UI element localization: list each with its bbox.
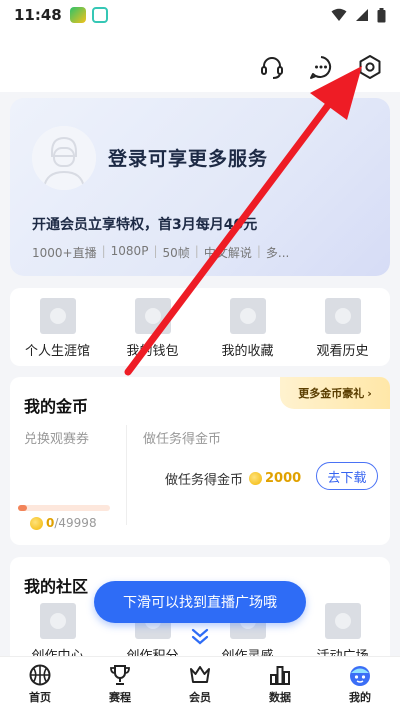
wifi-icon [331,8,347,21]
tab-label: 我的 [349,691,371,704]
tab-label: 会员 [189,691,211,704]
download-button[interactable]: 去下载 [316,462,378,490]
status-bar: 11:48 [0,0,400,30]
bottom-tab-bar: 首页 赛程 会员 数据 我的 [0,656,400,711]
quick-entry-wallet[interactable]: 我的钱包 [105,288,200,366]
quick-entry-label: 我的钱包 [126,344,179,359]
app-icon-1 [69,7,86,23]
double-chevron-down-icon[interactable] [189,628,211,646]
tab-me[interactable]: 我的 [320,657,400,711]
vip-feature: 1000+直播 [32,246,97,260]
coin-tab-redeem[interactable]: 兑换观赛券 [24,428,89,447]
quick-entry-favorites[interactable]: 我的收藏 [200,288,295,366]
placeholder-image-icon [39,298,76,334]
vip-feature: 1080P [110,244,149,258]
coin-icon [30,516,43,530]
coin-task-amount: 2000 [265,471,302,486]
vip-feature-list: 1000+直播 | 1080P | 50帧 | 中文解说 | 多... [32,244,289,261]
coin-tab-tasks[interactable]: 做任务得金币 [143,428,221,447]
tab-label: 数据 [269,691,291,704]
vip-login-card[interactable]: 登录可享更多服务 开通会员立享特权，首3月每月40元 1000+直播 | 1080… [10,98,390,276]
scroll-hint-toast[interactable]: 下滑可以找到直播广场哦 [94,581,306,623]
divider: | [101,244,106,258]
vip-feature: 50帧 [162,246,190,260]
vip-feature: 中文解说 [203,246,252,260]
vip-promo-text: 开通会员立享特权，首3月每月40元 [32,217,258,233]
placeholder-image-icon [229,298,266,334]
divider: | [256,244,261,258]
coin-task-label: 做任务得金币 [165,473,244,488]
quick-entry-history[interactable]: 观看历史 [295,288,390,366]
placeholder-image-icon [134,298,171,334]
coin-section-title: 我的金币 [24,397,89,416]
tab-label: 首页 [29,691,51,704]
placeholder-image-icon [324,603,361,639]
profile-mascot-icon [350,666,370,686]
quick-entry-label: 我的收藏 [221,344,274,359]
bar-chart-icon [270,666,290,685]
tab-membership[interactable]: 会员 [160,657,240,711]
basketball-icon [29,664,51,686]
coin-progress-text: 0/49998 [30,516,97,530]
tab-schedule[interactable]: 赛程 [80,657,160,711]
quick-entry-card: 个人生涯馆 我的钱包 我的收藏 观看历史 [10,288,390,366]
quick-entry-career[interactable]: 个人生涯馆 [10,288,105,366]
message-icon[interactable] [308,54,334,80]
divider: | [153,244,158,258]
community-entry-creator-center[interactable]: 创作中心 [10,603,105,664]
vip-feature: 多... [265,246,290,260]
top-bar [0,30,400,92]
quick-entry-label: 个人生涯馆 [24,344,90,359]
coin-icon [249,472,263,485]
placeholder-image-icon [39,603,76,639]
divider [126,425,127,525]
settings-icon[interactable] [357,54,383,80]
community-section-title: 我的社区 [24,577,89,596]
battery-icon [377,7,386,22]
status-time: 11:48 [14,6,62,24]
customer-service-icon[interactable] [259,54,285,80]
community-entry-activity-square[interactable]: 活动广场 [295,603,390,664]
default-avatar-icon [32,126,96,190]
signal-icon [356,9,368,21]
avatar[interactable] [32,126,96,190]
coin-progress-bar [18,505,110,511]
tab-home[interactable]: 首页 [0,657,80,711]
more-coin-gifts-button[interactable]: 更多金币豪礼 › [280,377,390,409]
divider: | [194,244,199,258]
quick-entry-label: 观看历史 [316,344,369,359]
crown-icon [190,666,210,683]
app-icon-2 [91,7,108,23]
chevron-right-icon: › [367,386,372,400]
coin-progress-total: /49998 [54,516,97,530]
coin-progress-fill [18,505,28,511]
tab-data[interactable]: 数据 [240,657,320,711]
tab-label: 赛程 [109,691,131,704]
login-prompt[interactable]: 登录可享更多服务 [108,144,268,171]
more-coin-gifts-label: 更多金币豪礼 [298,387,365,400]
coin-task-row: 做任务得金币 2000 [165,469,301,488]
trophy-icon [110,665,130,685]
placeholder-image-icon [324,298,361,334]
coin-card: 我的金币 更多金币豪礼 › 兑换观赛券 做任务得金币 做任务得金币 2000 去… [10,377,390,545]
